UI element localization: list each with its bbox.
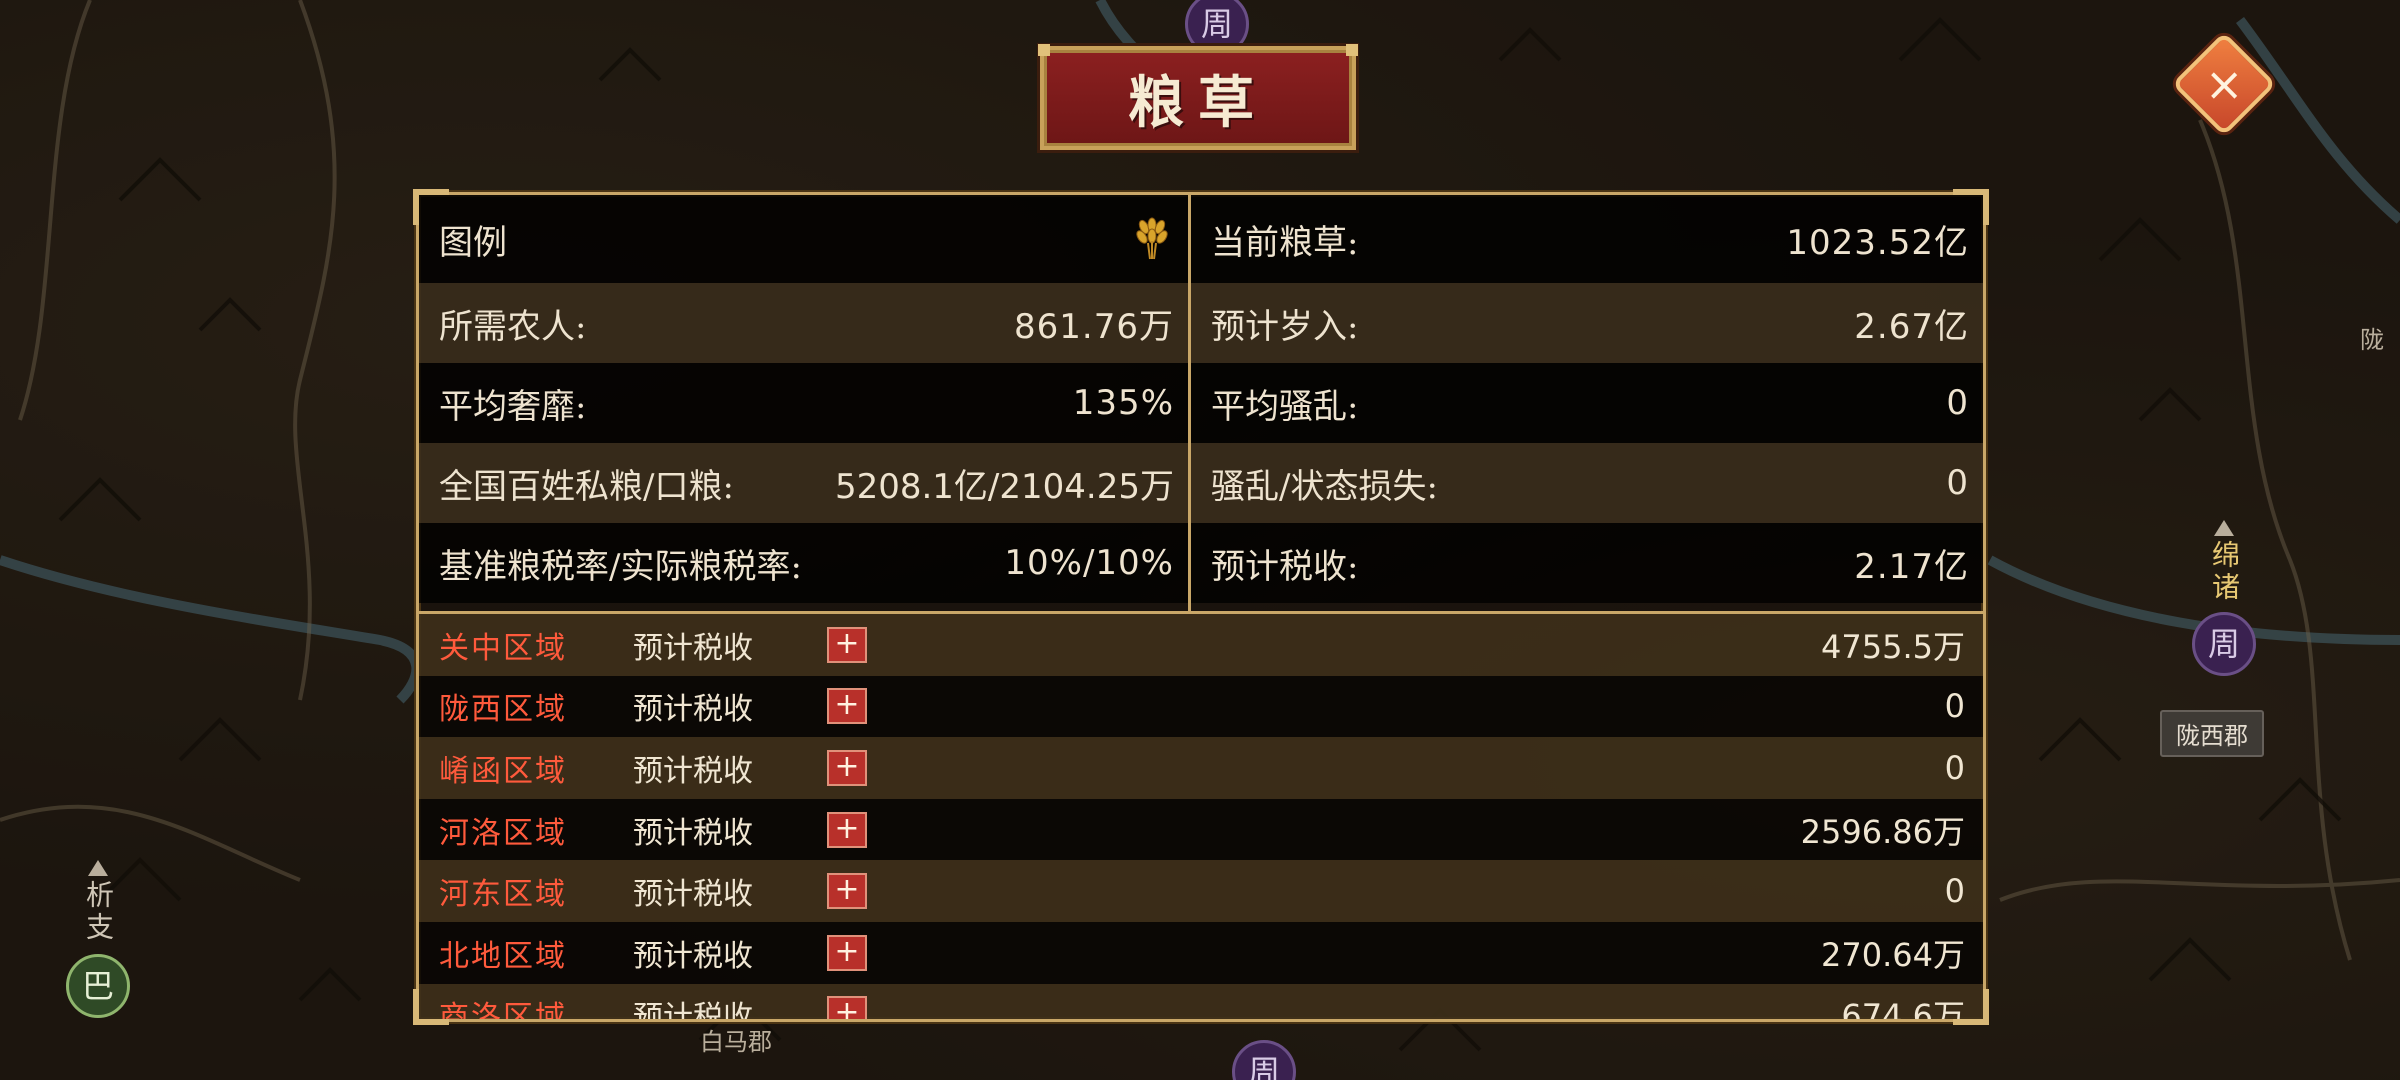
region-row: 崤函区域 预计税收 + 0 (419, 737, 1983, 799)
city-name: 白马郡 (700, 1028, 772, 1056)
region-name: 商洛区域 (439, 1000, 567, 1019)
region-name: 关中区域 (439, 630, 567, 666)
expand-button[interactable]: + (827, 749, 867, 786)
region-value: 0 (1944, 748, 1965, 787)
seal-icon: 周 (2192, 612, 2256, 676)
region-row: 陇西区域 预计税收 + 0 (419, 675, 1983, 738)
region-name: 河东区域 (439, 877, 567, 913)
stat-label: 基准粮税率/实际粮税率: (439, 546, 802, 587)
stat-row-current-grain: 当前粮草: 1023.52亿 (1191, 195, 1983, 283)
region-name: 河洛区域 (439, 815, 567, 851)
stat-label: 预计税收: (1211, 546, 1359, 587)
map-marker-xizhi[interactable]: 析支 巴 (66, 860, 130, 1018)
city-longxi[interactable]: 陇西郡 (2160, 710, 2264, 757)
region-label: 预计税收 (633, 753, 753, 789)
region-row: 商洛区域 预计税收 + 674.6万 (419, 983, 1983, 1019)
stat-value: 861.76万 (1014, 306, 1174, 347)
tower-icon (2214, 520, 2234, 536)
marker-label: 析支 (82, 880, 115, 944)
region-name: 陇西区域 (439, 692, 567, 728)
seal-icon: 巴 (66, 954, 130, 1018)
region-row: 关中区域 预计税收 + 4755.5万 (419, 614, 1983, 676)
region-row: 北地区域 预计税收 + 270.64万 (419, 921, 1983, 984)
stat-value: 0 (1946, 383, 1969, 423)
region-value: 270.64万 (1821, 935, 1965, 974)
expand-button[interactable]: + (827, 626, 867, 663)
stat-label: 平均骚乱: (1211, 386, 1359, 427)
region-value: 674.6万 (1841, 997, 1965, 1019)
stat-value: 1023.52亿 (1786, 222, 1969, 263)
city-baima[interactable]: 白马郡 (700, 1022, 772, 1057)
city-name-plate: 陇西郡 (2160, 710, 2264, 757)
region-label: 预计税收 (633, 938, 753, 974)
stat-row-expected-tax: 预计税收: 2.17亿 (1191, 523, 1983, 603)
close-icon: × (2204, 56, 2244, 111)
stat-value: 135% (1072, 383, 1174, 423)
stat-row-private-grain: 全国百姓私粮/口粮: 5208.1亿/2104.25万 (419, 443, 1188, 523)
wheat-icon (1136, 217, 1168, 260)
region-label: 预计税收 (633, 692, 753, 728)
marker-label: 绵诸 (2208, 540, 2241, 604)
map-marker-mianzhu[interactable]: 绵诸 周 (2192, 520, 2256, 676)
city-partial-right[interactable]: 陇 (2360, 320, 2384, 355)
stat-row-tax-rate: 基准粮税率/实际粮税率: 10%/10% (419, 523, 1188, 603)
expand-button[interactable]: + (827, 811, 867, 848)
stat-row-avg-unrest: 平均骚乱: 0 (1191, 363, 1983, 443)
stat-row-yearly-income: 预计岁入: 2.67亿 (1191, 283, 1983, 363)
stat-label: 平均奢靡: (439, 386, 587, 427)
grain-panel: 图例 所需农人: 861.76万 平均奢靡: 135% 全国百姓私粮/口粮: 5… (413, 189, 1989, 1025)
region-label: 预计税收 (633, 1000, 753, 1019)
legend-row[interactable]: 图例 (419, 195, 1188, 283)
expand-button[interactable]: + (827, 934, 867, 971)
stat-row-farmers: 所需农人: 861.76万 (419, 283, 1188, 363)
tower-icon (88, 860, 108, 876)
expand-button[interactable]: + (827, 996, 867, 1019)
region-value: 4755.5万 (1821, 627, 1965, 666)
region-value: 0 (1944, 872, 1965, 911)
stat-label: 预计岁入: (1211, 306, 1359, 347)
stat-row-luxury: 平均奢靡: 135% (419, 363, 1188, 443)
page-title: 粮草 (1128, 69, 1268, 136)
stat-label: 当前粮草: (1211, 222, 1359, 263)
stat-row-unrest-loss: 骚乱/状态损失: 0 (1191, 443, 1983, 523)
legend-label: 图例 (439, 222, 507, 263)
region-name: 北地区域 (439, 938, 567, 974)
stats-section: 图例 所需农人: 861.76万 平均奢靡: 135% 全国百姓私粮/口粮: 5… (419, 195, 1983, 614)
seal-icon: 周 (1232, 1040, 1296, 1080)
stats-left-column: 图例 所需农人: 861.76万 平均奢靡: 135% 全国百姓私粮/口粮: 5… (419, 195, 1191, 611)
stat-value: 2.17亿 (1854, 546, 1969, 587)
expand-button[interactable]: + (827, 688, 867, 725)
region-value: 2596.86万 (1800, 812, 1965, 851)
region-row: 河东区域 预计税收 + 0 (419, 860, 1983, 922)
city-name: 陇 (2360, 326, 2384, 354)
region-name: 崤函区域 (439, 753, 567, 789)
region-label: 预计税收 (633, 630, 753, 666)
title-plaque: 粮草 (1038, 44, 1358, 150)
region-label: 预计税收 (633, 815, 753, 851)
region-row: 河洛区域 预计税收 + 2596.86万 (419, 798, 1983, 861)
stat-value: 2.67亿 (1854, 306, 1969, 347)
expand-button[interactable]: + (827, 873, 867, 910)
stat-value: 10%/10% (1004, 543, 1174, 583)
map-seal-bottom[interactable]: 周 (1232, 1040, 1296, 1080)
region-list[interactable]: 关中区域 预计税收 + 4755.5万 陇西区域 预计税收 + 0 崤函区域 预… (419, 614, 1983, 1019)
stat-label: 骚乱/状态损失: (1211, 466, 1438, 507)
region-value: 0 (1944, 687, 1965, 726)
stat-label: 所需农人: (439, 306, 587, 347)
region-label: 预计税收 (633, 877, 753, 913)
stat-value: 5208.1亿/2104.25万 (834, 466, 1174, 507)
stat-value: 0 (1946, 463, 1969, 503)
stats-right-column: 当前粮草: 1023.52亿 预计岁入: 2.67亿 平均骚乱: 0 骚乱/状态… (1191, 195, 1983, 611)
stat-label: 全国百姓私粮/口粮: (439, 466, 734, 507)
